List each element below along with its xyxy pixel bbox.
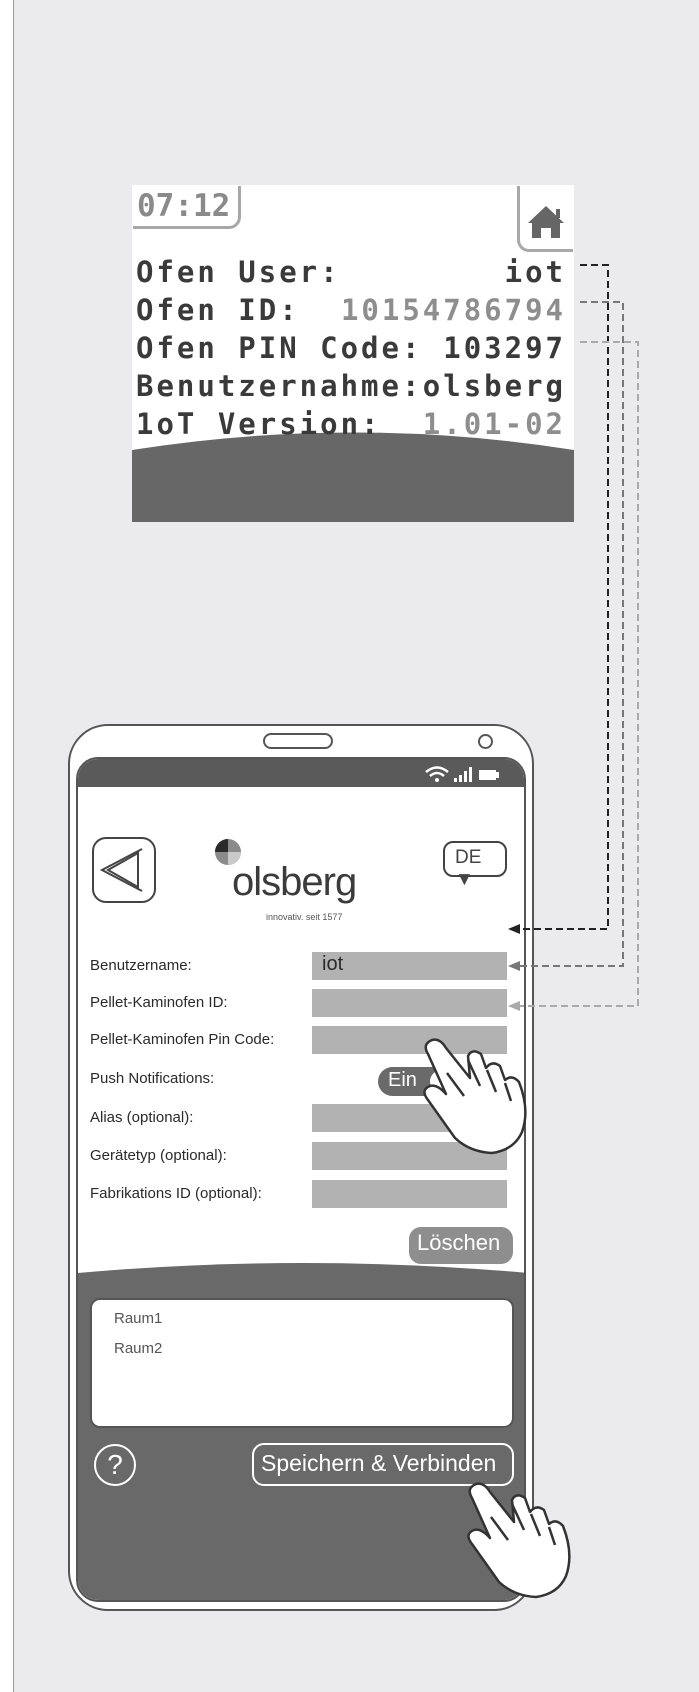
- connector-id: [516, 301, 624, 967]
- annotation-overlay: [423, 264, 639, 1599]
- connector-pin: [516, 341, 639, 1007]
- connector-user: [516, 264, 609, 930]
- hand-pointer-icon: [423, 1038, 527, 1155]
- hand-pointer-icon: [467, 1482, 571, 1599]
